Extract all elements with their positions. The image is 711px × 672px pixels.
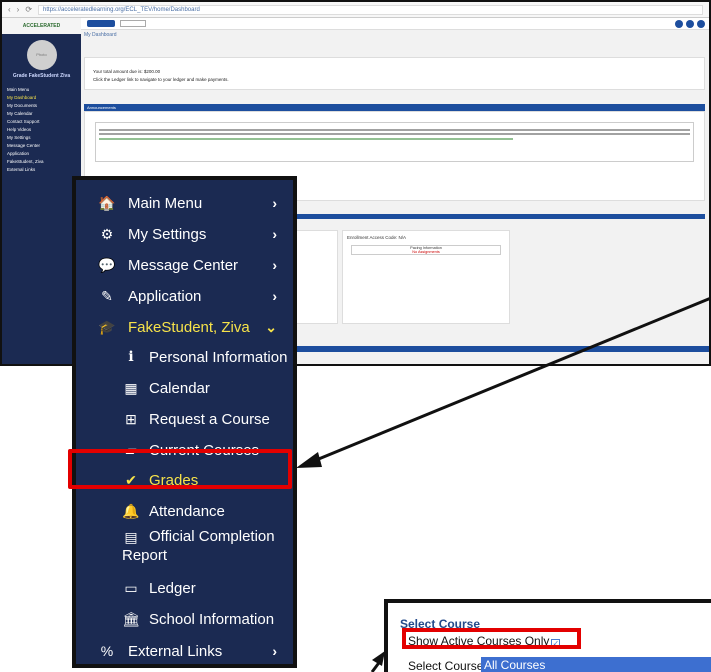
settings-icon: ⚙ [100, 225, 114, 242]
submenu-label-cont: Report [122, 547, 168, 564]
submenu-label: Ledger [149, 579, 196, 597]
chevron-right-icon: › [272, 257, 277, 273]
app-nav-item[interactable]: My Dashboard [2, 93, 81, 101]
info-icon: i [128, 349, 134, 365]
submenu-personal-information[interactable]: i Personal Information [76, 342, 293, 372]
submenu-official-completion-report[interactable]: ▤ Official Completion Report [76, 525, 293, 571]
submenu-attendance[interactable]: 🔔 Attendance [76, 496, 293, 526]
bell-icon: 🔔 [122, 502, 140, 519]
breadcrumb[interactable]: My Dashboard [84, 32, 117, 38]
plus-square-icon: ⊞ [125, 410, 137, 427]
announcements-header: Announcements [84, 104, 705, 111]
ledger-hint-text: Click the Ledger link to navigate to you… [93, 77, 229, 82]
menu-item-external-links[interactable]: % External Links › [76, 636, 293, 666]
graduation-cap-icon: 🎓 [98, 318, 116, 335]
submenu-label: Personal Information [149, 348, 288, 366]
app-nav-item[interactable]: Main Menu [2, 85, 81, 93]
arrowhead-icon [296, 452, 322, 468]
help-icon[interactable] [675, 20, 683, 28]
submenu-school-information[interactable]: 🏛 School Information [76, 604, 293, 634]
back-icon[interactable]: ‹ [8, 5, 11, 14]
school-logo: ACCELERATED [2, 18, 81, 34]
avatar: Photo [26, 40, 57, 70]
show-active-highlight-box [402, 628, 581, 649]
submenu-ledger[interactable]: ▭ Ledger [76, 573, 293, 603]
submenu-label: Calendar [149, 379, 210, 397]
grades-highlight-box [68, 449, 292, 489]
app-nav-item[interactable]: My Calendar [2, 109, 81, 117]
menu-item-message-center[interactable]: 💬 Message Center › [76, 250, 293, 280]
submenu-label: Attendance [149, 502, 225, 520]
menu-item-label: External Links [128, 642, 223, 660]
chevron-right-icon: › [272, 643, 277, 659]
link-icon: % [100, 643, 114, 659]
pacing-value: No Assignments [412, 250, 440, 254]
course-select[interactable]: All Courses [481, 657, 711, 672]
institution-icon: 🏛 [122, 610, 140, 627]
app-nav-item[interactable]: FakeStudent, Ziva [2, 157, 81, 165]
chevron-right-icon: › [272, 288, 277, 304]
pacing-info: Pacing Information No Assignments [351, 245, 501, 255]
menu-item-label: Message Center [128, 256, 239, 274]
reload-icon[interactable]: ⟳ [25, 5, 32, 14]
chevron-right-icon: › [272, 195, 277, 211]
submenu-request-course[interactable]: ⊞ Request a Course [76, 404, 293, 434]
amount-due-text: Your total amount due is: $200.00 [93, 69, 161, 74]
app-nav-item[interactable]: My Documents [2, 101, 81, 109]
message-icon: 💬 [98, 256, 116, 273]
menu-item-label: FakeStudent, Ziva [128, 318, 250, 336]
announcement-body [95, 122, 694, 162]
topbar-select[interactable] [120, 20, 146, 27]
submenu-calendar[interactable]: ▦ Calendar [76, 373, 293, 403]
menu-item-label: Application [128, 287, 202, 305]
user-icon[interactable] [686, 20, 694, 28]
calendar-icon: ▦ [124, 379, 138, 396]
app-nav-item[interactable]: Help Videos [2, 125, 81, 133]
menu-item-label: Main Menu [128, 194, 203, 212]
logout-icon[interactable] [697, 20, 705, 28]
enrollment-code: Enrollment Access Code: N/A [347, 235, 407, 240]
menu-item-application[interactable]: ✎ Application › [76, 281, 293, 311]
course-card [292, 230, 338, 324]
chevron-right-icon: › [272, 226, 277, 242]
app-nav-item[interactable]: My Settings [2, 133, 81, 141]
topbar-button[interactable] [87, 20, 115, 27]
app-topbar [81, 18, 709, 30]
select-course-label: Select Course: [408, 659, 487, 672]
menu-item-my-settings[interactable]: ⚙ My Settings › [76, 219, 293, 249]
topbar-actions [675, 20, 705, 28]
menu-item-student[interactable]: 🎓 FakeStudent, Ziva ⌄ [76, 312, 293, 342]
submenu-label: Request a Course [149, 410, 270, 428]
chevron-down-icon: ⌄ [265, 318, 277, 335]
address-bar[interactable]: https://acceleratedlearning.org/ECL_TEV/… [38, 4, 703, 15]
amount-due-panel: Your total amount due is: $200.00 Click … [84, 57, 705, 90]
app-nav: Main Menu My Dashboard My Documents My C… [2, 85, 81, 173]
application-icon: ✎ [101, 287, 113, 304]
select-course-panel: Select Course Show Active Courses Only ✓ … [384, 599, 711, 672]
app-nav-item[interactable]: Message Center [2, 141, 81, 149]
menu-item-main-menu[interactable]: 🏠 Main Menu › [76, 188, 293, 218]
app-nav-item[interactable]: Contact Support [2, 117, 81, 125]
magnified-sidebar-menu: 🏠 Main Menu › ⚙ My Settings › 💬 Message … [72, 176, 297, 668]
submenu-label: School Information [149, 610, 275, 628]
menu-item-label: My Settings [128, 225, 207, 243]
student-name: Grade FakeStudent Ziva [12, 73, 71, 79]
app-sidebar: ACCELERATED Photo Grade FakeStudent Ziva… [2, 18, 81, 364]
forward-icon[interactable]: › [17, 5, 20, 14]
submenu-label: Official Completion [149, 528, 275, 545]
app-nav-item[interactable]: Application [2, 149, 81, 157]
document-icon: ▤ [124, 529, 138, 545]
app-nav-item[interactable]: External Links [2, 165, 81, 173]
browser-toolbar: ‹ › ⟳ https://acceleratedlearning.org/EC… [2, 2, 709, 18]
home-icon: 🏠 [98, 194, 116, 211]
credit-card-icon: ▭ [124, 579, 138, 596]
enrollment-panel: Enrollment Access Code: N/A Pacing Infor… [342, 230, 510, 324]
arrow-to-course-panel [370, 659, 383, 672]
